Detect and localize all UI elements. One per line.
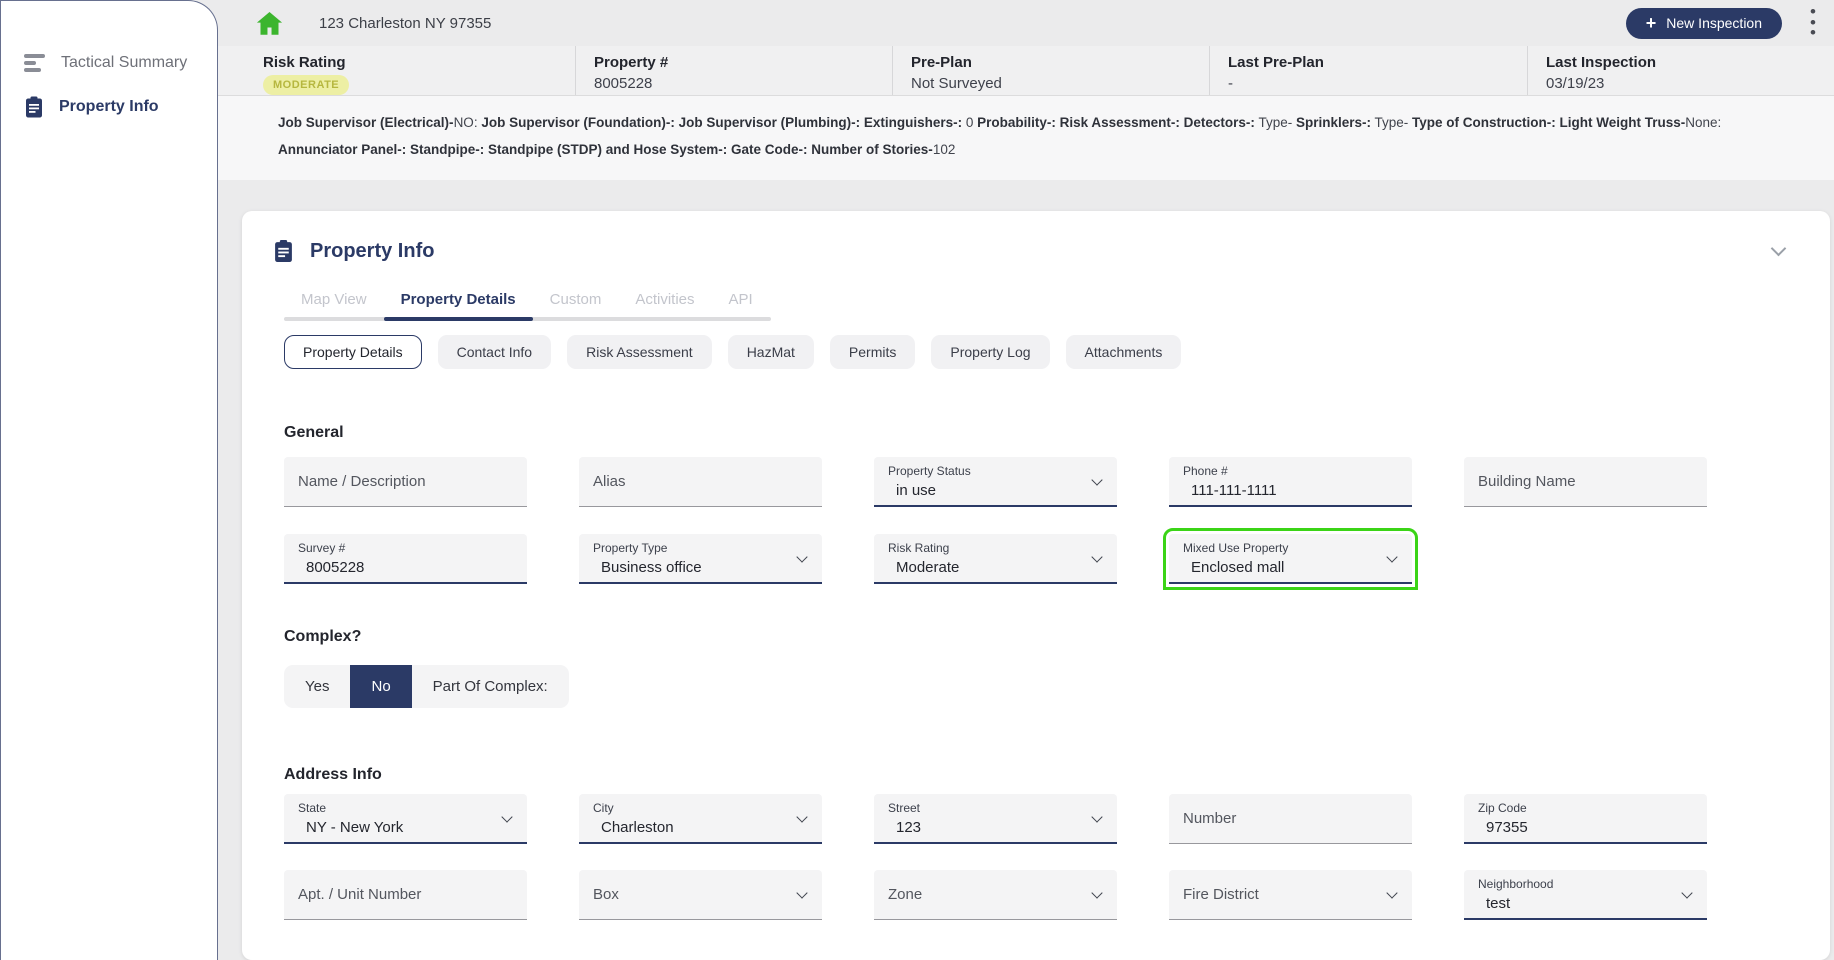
chevron-down-icon[interactable] xyxy=(1771,241,1787,257)
chip-contact-info[interactable]: Contact Info xyxy=(438,335,552,369)
sidebar-item-label: Tactical Summary xyxy=(61,54,187,72)
risk-rating-badge: MODERATE xyxy=(263,75,349,95)
building-name-field[interactable]: Building Name xyxy=(1464,457,1707,507)
fire-district-select[interactable]: Fire District xyxy=(1169,870,1412,920)
complex-option-no[interactable]: No xyxy=(350,665,411,708)
address-section-heading: Address Info xyxy=(284,766,1830,784)
chip-risk-assessment[interactable]: Risk Assessment xyxy=(567,335,712,369)
number-field[interactable]: Number xyxy=(1169,794,1412,844)
phone-field[interactable]: Phone # 111-111-1111 xyxy=(1169,457,1412,507)
apt-unit-number-field[interactable]: Apt. / Unit Number xyxy=(284,870,527,920)
sub-section-chips: Property Details Contact Info Risk Asses… xyxy=(284,335,1830,369)
tab-property-details[interactable]: Property Details xyxy=(384,291,533,321)
property-info-card: Property Info Map View Property Details … xyxy=(242,211,1830,960)
property-status-select[interactable]: Property Status in use xyxy=(874,457,1117,507)
stat-pre-plan: Pre-Plan Not Surveyed xyxy=(892,46,1209,95)
tab-bar: Map View Property Details Custom Activit… xyxy=(284,291,771,321)
box-select[interactable]: Box xyxy=(579,870,822,920)
plus-icon: + xyxy=(1646,14,1657,32)
stat-last-pre-plan: Last Pre-Plan - xyxy=(1209,46,1527,95)
card-title: Property Info xyxy=(310,240,434,263)
alias-field[interactable]: Alias xyxy=(579,457,822,507)
clipboard-icon xyxy=(273,239,294,263)
general-section-heading: General xyxy=(284,424,1830,442)
city-select[interactable]: City Charleston xyxy=(579,794,822,844)
home-icon[interactable] xyxy=(256,11,283,36)
property-address: 123 Charleston NY 97355 xyxy=(319,15,491,32)
mixed-use-property-select[interactable]: Mixed Use Property Enclosed mall xyxy=(1169,534,1412,584)
name-description-field[interactable]: Name / Description xyxy=(284,457,527,507)
kebab-menu-icon[interactable]: ••• xyxy=(1806,7,1820,39)
stat-risk-rating: Risk Rating MODERATE xyxy=(245,46,575,95)
survey-number-field[interactable]: Survey # 8005228 xyxy=(284,534,527,584)
clipboard-icon xyxy=(24,96,44,118)
complex-option-yes[interactable]: Yes xyxy=(284,665,350,708)
new-inspection-button[interactable]: + New Inspection xyxy=(1626,8,1782,39)
tab-map-view[interactable]: Map View xyxy=(284,291,384,321)
sidebar-item-property-info[interactable]: Property Info xyxy=(1,85,217,129)
sidebar-item-label: Property Info xyxy=(59,98,159,116)
tab-api[interactable]: API xyxy=(712,291,770,321)
summary-band: Job Supervisor (Electrical)-NO: Job Supe… xyxy=(218,96,1834,180)
property-stats-row: Risk Rating MODERATE Property # 8005228 … xyxy=(218,46,1834,96)
complex-section-heading: Complex? xyxy=(284,628,1830,646)
complex-option-part-of-complex[interactable]: Part Of Complex: xyxy=(412,665,569,708)
chip-hazmat[interactable]: HazMat xyxy=(728,335,814,369)
topbar-actions: + New Inspection ••• xyxy=(1626,7,1820,39)
address-fields-grid: State NY - New York City Charleston Stre… xyxy=(284,794,1830,920)
stat-property-number: Property # 8005228 xyxy=(575,46,892,95)
card-header: Property Info xyxy=(273,239,1830,263)
summary-bars-icon xyxy=(24,54,46,72)
chip-attachments[interactable]: Attachments xyxy=(1066,335,1182,369)
zone-select[interactable]: Zone xyxy=(874,870,1117,920)
app-window: Tactical Summary Property Info xyxy=(0,0,1834,960)
sidebar: Tactical Summary Property Info xyxy=(0,0,218,960)
chip-property-log[interactable]: Property Log xyxy=(931,335,1049,369)
tab-activities[interactable]: Activities xyxy=(618,291,711,321)
topbar: 123 Charleston NY 97355 + New Inspection… xyxy=(218,0,1834,46)
main-content: 123 Charleston NY 97355 + New Inspection… xyxy=(218,0,1834,960)
stat-last-inspection: Last Inspection 03/19/23 xyxy=(1527,46,1834,95)
chip-permits[interactable]: Permits xyxy=(830,335,915,369)
property-type-select[interactable]: Property Type Business office xyxy=(579,534,822,584)
general-fields-grid: Name / Description Alias Property Status… xyxy=(284,457,1830,584)
street-select[interactable]: Street 123 xyxy=(874,794,1117,844)
complex-toggle: Yes No Part Of Complex: xyxy=(284,665,569,708)
chip-property-details[interactable]: Property Details xyxy=(284,335,422,369)
state-select[interactable]: State NY - New York xyxy=(284,794,527,844)
zip-code-field[interactable]: Zip Code 97355 xyxy=(1464,794,1707,844)
risk-rating-select[interactable]: Risk Rating Moderate xyxy=(874,534,1117,584)
neighborhood-select[interactable]: Neighborhood test xyxy=(1464,870,1707,920)
sidebar-item-tactical-summary[interactable]: Tactical Summary xyxy=(1,41,217,85)
property-summary-text: Job Supervisor (Electrical)-NO: Job Supe… xyxy=(278,110,1788,163)
tab-custom[interactable]: Custom xyxy=(533,291,619,321)
